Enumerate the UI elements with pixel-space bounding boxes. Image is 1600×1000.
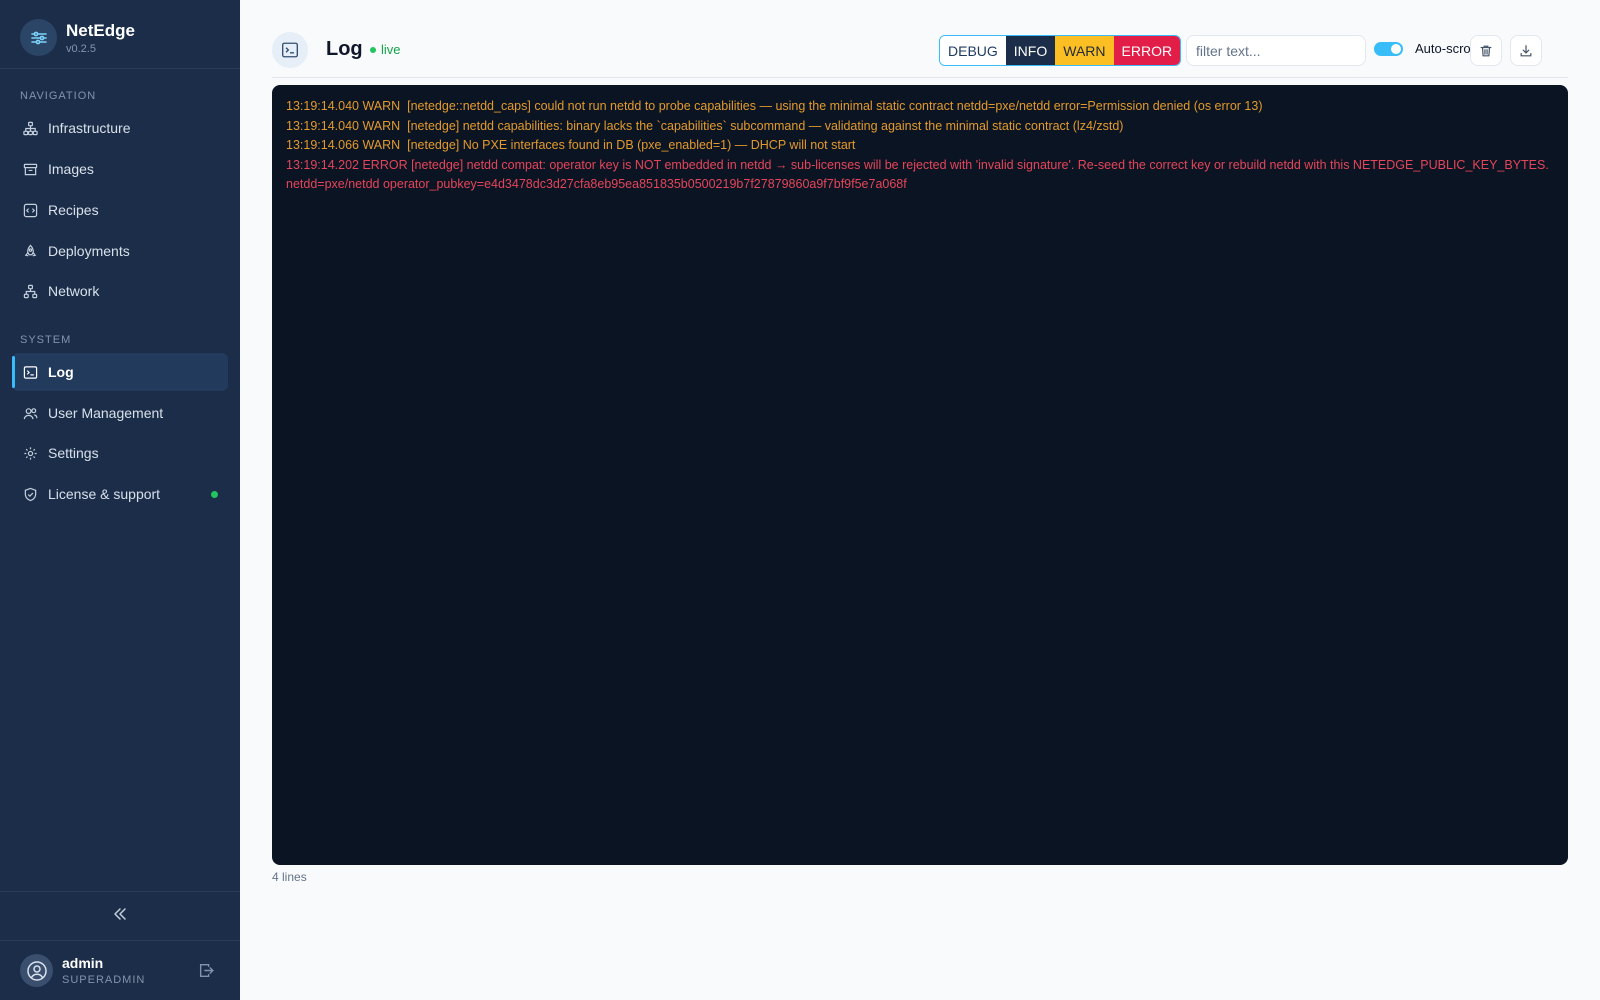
live-dot [370,46,376,53]
app-version: v0.2.5 [66,43,96,55]
sidebar-item-label: Network [48,283,100,299]
users-icon [22,405,38,421]
terminal-icon [22,364,38,380]
archive-icon [22,161,38,177]
live-indicator: live [370,42,401,57]
log-line: 13:19:14.066 WARN [netedge] No PXE inter… [286,138,856,152]
user-name: admin [62,955,104,971]
netedge-logo-icon[interactable] [20,19,57,56]
sidebar-item-user-management[interactable]: User Management [12,394,228,432]
sidebar-item-license-support[interactable]: License & support [12,475,228,513]
level-debug-button[interactable]: DEBUG [940,36,1006,65]
page-title: Log [326,38,363,60]
license-status-dot [211,491,218,498]
sidebar-item-label: License & support [48,486,161,502]
log-line: 13:19:14.040 WARN [netedge] netdd capabi… [286,118,1124,133]
trash-icon [1480,45,1492,56]
sidebar-item-label: Log [48,364,74,380]
level-info-button[interactable]: INFO [1005,36,1056,65]
network-icon [22,283,38,299]
sidebar-item-settings[interactable]: Settings [12,434,228,472]
sidebar: NetEdge v0.2.5 NAVIGATION Infrastructure… [0,0,240,1000]
sidebar-item-images[interactable]: Images [12,150,228,188]
chevrons-left-icon [112,906,128,927]
user-circle-icon [26,960,47,981]
live-label: live [381,42,401,57]
terminal-icon [272,32,308,68]
sidebar-item-label: Infrastructure [48,120,131,136]
sidebar-item-label: Deployments [48,243,130,259]
sidebar-item-infrastructure[interactable]: Infrastructure [12,109,228,147]
download-log-button[interactable] [1510,35,1542,66]
autoscroll-label: Auto-scroll [1415,41,1477,56]
page-header: Log live DEBUG INFO WARN ERROR Auto-scro… [272,30,1568,78]
filter-input[interactable] [1186,35,1366,66]
shield-icon [22,486,38,502]
rocket-icon [22,243,38,259]
log-line: 13:19:14.202 ERROR [netedge] netdd compa… [286,157,1553,192]
avatar[interactable] [20,954,53,987]
sidebar-item-log[interactable]: Log [12,353,228,391]
sidebar-item-deployments[interactable]: Deployments [12,232,228,270]
brand: NetEdge v0.2.5 [0,0,240,69]
app-name: NetEdge [66,21,135,40]
sidebar-item-label: Settings [48,445,99,461]
sidebar-item-recipes[interactable]: Recipes [12,191,228,229]
logout-button[interactable] [197,961,215,979]
navigation-section-label: NAVIGATION [20,90,97,102]
sitemap-icon [22,120,38,136]
gear-icon [22,445,38,461]
autoscroll-toggle[interactable] [1374,42,1403,56]
sidebar-item-label: Images [48,161,94,177]
system-section-label: SYSTEM [20,334,72,346]
main-content: Log live DEBUG INFO WARN ERROR Auto-scro… [240,0,1600,1000]
level-warn-button[interactable]: WARN [1055,36,1114,65]
log-console[interactable]: 13:19:14.040 WARN [netedge::netdd_caps] … [272,85,1568,865]
log-level-filter: DEBUG INFO WARN ERROR [939,35,1182,66]
line-count: 4 lines [272,870,307,884]
level-error-button[interactable]: ERROR [1113,36,1181,65]
collapse-sidebar-button[interactable] [0,891,240,941]
clear-log-button[interactable] [1470,35,1502,66]
sidebar-item-label: Recipes [48,202,99,218]
logout-icon [199,963,214,977]
recipe-icon [22,202,38,218]
sidebar-item-network[interactable]: Network [12,272,228,310]
log-line: 13:19:14.040 WARN [netedge::netdd_caps] … [286,99,1263,113]
sidebar-item-label: User Management [48,405,164,421]
user-role: SUPERADMIN [62,974,146,986]
download-icon [1520,44,1532,56]
